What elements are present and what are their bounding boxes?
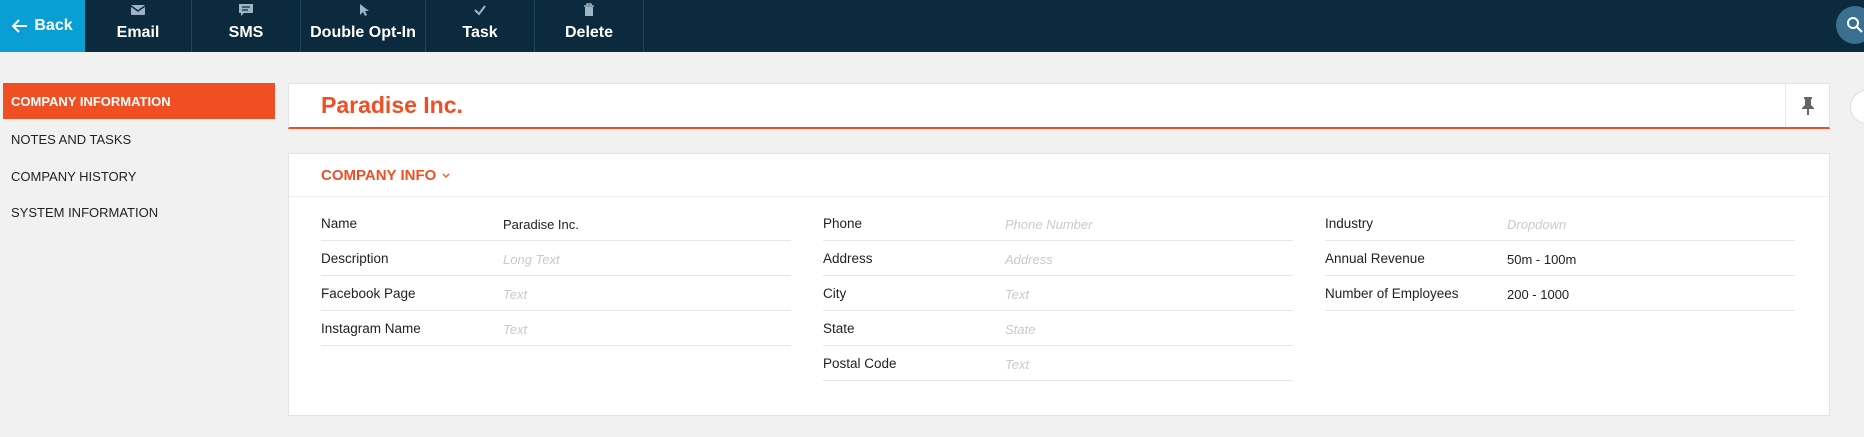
field-label: State (823, 321, 855, 336)
sidebar-item-company-information[interactable]: COMPANY INFORMATION (3, 83, 275, 119)
pin-button[interactable] (1785, 84, 1829, 127)
field-column-1: Name Paradise Inc. Description Long Text… (321, 206, 791, 346)
sms-label: SMS (228, 24, 264, 41)
email-button[interactable]: Email (85, 0, 192, 52)
sidebar-item-system-information[interactable]: SYSTEM INFORMATION (3, 194, 275, 230)
envelope-icon (130, 5, 146, 15)
sidebar-item-company-history[interactable]: COMPANY HISTORY (3, 158, 275, 194)
field-value: 50m - 100m (1507, 252, 1577, 267)
field-placeholder: Text (1005, 357, 1030, 372)
field-label: City (823, 286, 847, 301)
checkmark-icon (474, 5, 486, 16)
field-placeholder: Phone Number (1005, 217, 1093, 232)
trash-icon (584, 3, 594, 16)
field-label: Phone (823, 216, 863, 231)
search-button[interactable] (1836, 6, 1864, 44)
field-row-state[interactable]: State State (823, 311, 1293, 346)
field-row-city[interactable]: City Text (823, 276, 1293, 311)
field-placeholder: Text (503, 322, 528, 337)
search-icon (1847, 17, 1863, 33)
field-column-2: Phone Phone Number Address Address City … (823, 206, 1293, 381)
chevron-down-icon (442, 173, 450, 178)
field-label: Name (321, 216, 358, 231)
company-info-panel: COMPANY INFO Name Paradise Inc. Descript… (288, 153, 1830, 416)
field-placeholder: Text (503, 287, 528, 302)
field-label: Annual Revenue (1325, 251, 1425, 266)
email-label: Email (116, 24, 160, 41)
field-placeholder: Long Text (503, 252, 560, 267)
back-label: Back (34, 17, 73, 34)
field-row-phone[interactable]: Phone Phone Number (823, 206, 1293, 241)
cursor-icon (360, 4, 369, 16)
section-title: COMPANY INFO (321, 167, 437, 184)
sms-button[interactable]: SMS (192, 0, 301, 52)
double-opt-in-label: Double Opt-In (310, 24, 416, 41)
delete-label: Delete (564, 24, 614, 41)
pin-icon (1801, 96, 1814, 115)
field-label: Number of Employees (1325, 286, 1459, 301)
field-row-address[interactable]: Address Address (823, 241, 1293, 276)
field-row-facebook-page[interactable]: Facebook Page Text (321, 276, 791, 311)
field-label: Address (823, 251, 873, 266)
field-row-description[interactable]: Description Long Text (321, 241, 791, 276)
field-row-industry[interactable]: Industry Dropdown (1325, 206, 1795, 241)
field-label: Instagram Name (321, 321, 421, 336)
field-row-number-of-employees[interactable]: Number of Employees 200 - 1000 (1325, 276, 1795, 311)
record-header: Paradise Inc. (288, 83, 1830, 129)
field-value: Paradise Inc. (503, 217, 579, 232)
task-label: Task (462, 24, 498, 41)
chat-bubble-icon (239, 4, 253, 16)
field-column-3: Industry Dropdown Annual Revenue 50m - 1… (1325, 206, 1795, 311)
field-row-name[interactable]: Name Paradise Inc. (321, 206, 791, 241)
section-toggle[interactable]: COMPANY INFO (321, 167, 450, 184)
back-button[interactable]: Back (0, 0, 85, 52)
field-row-instagram-name[interactable]: Instagram Name Text (321, 311, 791, 346)
field-label: Facebook Page (321, 286, 416, 301)
field-placeholder: Text (1005, 287, 1030, 302)
back-arrow-icon (12, 19, 28, 33)
delete-button[interactable]: Delete (535, 0, 644, 52)
field-value: 200 - 1000 (1507, 287, 1570, 302)
top-toolbar: Back Email SMS Double Opt-In Task Delete (0, 0, 1864, 52)
page-title: Paradise Inc. (321, 92, 463, 118)
field-label: Description (321, 251, 389, 266)
double-opt-in-button[interactable]: Double Opt-In (301, 0, 426, 52)
sidebar-item-notes-and-tasks[interactable]: NOTES AND TASKS (3, 121, 275, 157)
side-panel-toggle[interactable] (1850, 90, 1864, 124)
field-label: Industry (1325, 216, 1374, 231)
field-placeholder: State (1005, 322, 1036, 337)
field-placeholder: Address (1005, 252, 1053, 267)
task-button[interactable]: Task (426, 0, 535, 52)
section-header: COMPANY INFO (289, 154, 1829, 197)
field-row-postal-code[interactable]: Postal Code Text (823, 346, 1293, 381)
field-label: Postal Code (823, 356, 897, 371)
field-row-annual-revenue[interactable]: Annual Revenue 50m - 100m (1325, 241, 1795, 276)
field-placeholder: Dropdown (1507, 217, 1567, 232)
